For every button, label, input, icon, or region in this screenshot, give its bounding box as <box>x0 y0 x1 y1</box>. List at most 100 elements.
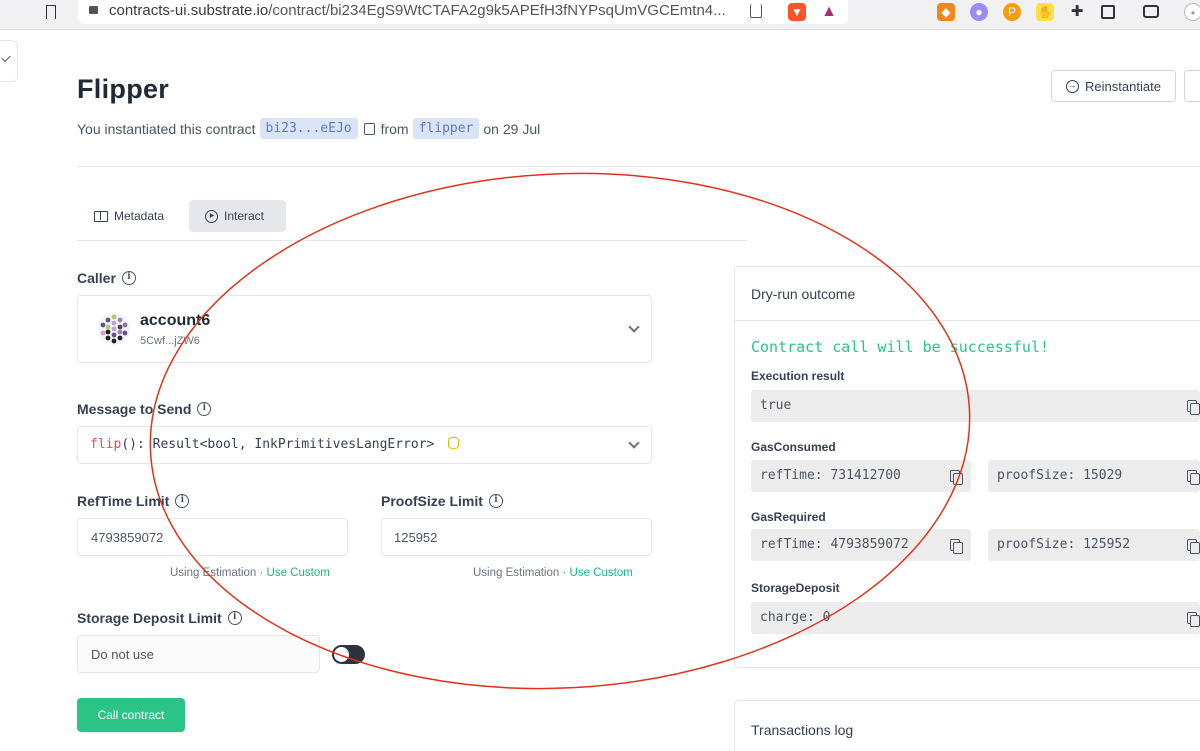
storage-deposit-label: StorageDeposit <box>751 581 840 595</box>
url-host: contracts-ui.substrate.io <box>109 2 269 19</box>
success-message: Contract call will be successful! <box>751 338 1050 356</box>
account-address: 5Cwf...jZW6 <box>140 335 200 347</box>
date-text: on 29 Jul <box>483 120 541 137</box>
execution-result-value: true <box>760 398 792 413</box>
sidebar-icon[interactable] <box>1101 5 1115 19</box>
puzzle-icon[interactable]: ✚ <box>1068 3 1086 21</box>
chevron-down-icon <box>628 321 640 333</box>
from-text: from <box>380 120 409 137</box>
info-icon[interactable]: i <box>197 402 212 416</box>
gas-required-reftime-box: refTime: 4793859072 <box>751 529 971 561</box>
info-icon[interactable]: i <box>488 494 503 508</box>
book-icon <box>94 210 108 222</box>
check-icon <box>1 52 11 63</box>
tab-metadata[interactable]: Metadata <box>78 200 180 232</box>
transactions-log-title: Transactions log <box>751 722 854 738</box>
wallet-icon[interactable] <box>1143 5 1159 18</box>
gas-consumed-proofsize: proofSize: 15029 <box>997 468 1123 483</box>
profile-icon[interactable]: • <box>1184 3 1200 21</box>
storage-toggle[interactable] <box>332 645 365 664</box>
execution-result-label: Execution result <box>751 369 845 383</box>
header-divider <box>77 166 1200 167</box>
gas-required-label: GasRequired <box>751 510 826 524</box>
reftime-hint-text: Using Estimation <box>170 567 257 579</box>
caller-label-text: Caller <box>77 270 116 286</box>
message-fn-name: flip <box>90 437 122 452</box>
contract-subtitle: You instantiated this contract bi23...eE… <box>77 118 540 139</box>
reftime-value: 4793859072 <box>91 530 164 545</box>
storage-label-text: Storage Deposit Limit <box>77 610 222 626</box>
url-text[interactable]: contracts-ui.substrate.io/contract/bi234… <box>109 2 726 19</box>
gas-required-proofsize: proofSize: 125952 <box>997 537 1131 552</box>
proofsize-label: ProofSize Limit i <box>381 493 503 509</box>
proofsize-label-text: ProofSize Limit <box>381 493 483 509</box>
proofsize-use-custom-link[interactable]: Use Custom <box>570 567 633 579</box>
more-button[interactable] <box>1184 70 1200 102</box>
share-icon[interactable] <box>750 4 762 18</box>
transactions-log-panel: Transactions log <box>734 700 1200 751</box>
copy-icon[interactable] <box>363 122 375 135</box>
info-icon[interactable]: i <box>175 494 190 508</box>
message-fn-sig: (): Result<bool, InkPrimitivesLangError> <box>121 437 435 452</box>
arrow-circle-right-icon: → <box>1066 79 1080 93</box>
message-signature: flip(): Result<bool, InkPrimitivesLangEr… <box>90 437 460 452</box>
proofsize-hint-text: Using Estimation <box>473 567 560 579</box>
address-pill[interactable]: bi23...eEJo <box>259 118 358 139</box>
collapsed-sidebar-toggle[interactable] <box>0 40 18 82</box>
dry-run-header: Dry-run outcome <box>735 267 1200 321</box>
call-contract-button[interactable]: Call contract <box>77 698 185 732</box>
database-icon <box>448 437 460 449</box>
metamask-icon[interactable]: ◆ <box>937 3 955 21</box>
tab-interact[interactable]: ▶ Interact <box>189 200 286 232</box>
brave-rewards-icon[interactable]: ▲ <box>820 3 838 21</box>
toggle-knob <box>334 647 349 662</box>
copy-icon[interactable] <box>1187 400 1200 415</box>
copy-icon[interactable] <box>1187 470 1200 485</box>
gas-required-reftime: refTime: 4793859072 <box>760 537 909 552</box>
extension-cloud-icon[interactable]: ● <box>970 3 988 21</box>
page-title: Flipper <box>77 74 170 104</box>
gas-consumed-label: GasConsumed <box>751 440 836 454</box>
info-icon[interactable]: i <box>121 271 136 285</box>
gas-consumed-proofsize-box: proofSize: 15029 <box>988 460 1200 492</box>
reftime-label: RefTime Limit i <box>77 493 190 509</box>
proofsize-value: 125952 <box>394 530 438 545</box>
storage-deposit-box: charge: 0 <box>751 602 1200 634</box>
copy-icon[interactable] <box>1187 539 1200 554</box>
play-circle-icon: ▶ <box>205 209 218 223</box>
url-path: /contract/bi234EgS9WtCTAFA2g9k5APEfH3fNY… <box>268 2 726 19</box>
reftime-label-text: RefTime Limit <box>77 493 170 509</box>
tabs-divider <box>77 240 747 241</box>
gas-consumed-reftime: refTime: 731412700 <box>760 468 901 483</box>
subwallet-icon[interactable]: ✋ <box>1036 3 1054 21</box>
tab-interact-label: Interact <box>224 209 265 223</box>
account-identicon <box>98 313 130 345</box>
execution-result-box: true <box>751 390 1200 422</box>
gas-required-proofsize-box: proofSize: 125952 <box>988 529 1200 561</box>
storage-label: Storage Deposit Limit i <box>77 610 242 626</box>
storage-value: Do not use <box>91 647 154 662</box>
gas-consumed-reftime-box: refTime: 731412700 <box>751 460 971 492</box>
dry-run-title: Dry-run outcome <box>751 286 856 302</box>
tab-metadata-label: Metadata <box>114 209 165 223</box>
copy-icon[interactable] <box>1187 612 1200 627</box>
copy-icon[interactable] <box>950 470 963 485</box>
reftime-hint: Using Estimation · Use Custom <box>170 567 330 579</box>
reftime-use-custom-link[interactable]: Use Custom <box>267 567 330 579</box>
chevron-down-icon <box>628 437 640 449</box>
reinstantiate-label: Reinstantiate <box>1085 78 1161 94</box>
info-icon[interactable]: i <box>227 611 242 625</box>
account-name: account6 <box>140 312 211 329</box>
copy-icon[interactable] <box>950 539 963 554</box>
bookmark-icon[interactable] <box>46 5 56 19</box>
message-label-text: Message to Send <box>77 401 192 417</box>
brave-shield-icon[interactable]: ▼ <box>788 3 806 21</box>
browser-toolbar: contracts-ui.substrate.io/contract/bi234… <box>0 0 1200 30</box>
subtitle-prefix: You instantiated this contract <box>77 120 256 137</box>
polkadot-extension-icon[interactable]: P <box>1003 3 1021 21</box>
code-pill[interactable]: flipper <box>412 118 480 139</box>
proofsize-hint: Using Estimation · Use Custom <box>473 567 633 579</box>
lock-icon <box>89 6 98 14</box>
storage-deposit-value: charge: 0 <box>760 610 831 625</box>
reinstantiate-button[interactable]: → Reinstantiate <box>1051 70 1176 102</box>
